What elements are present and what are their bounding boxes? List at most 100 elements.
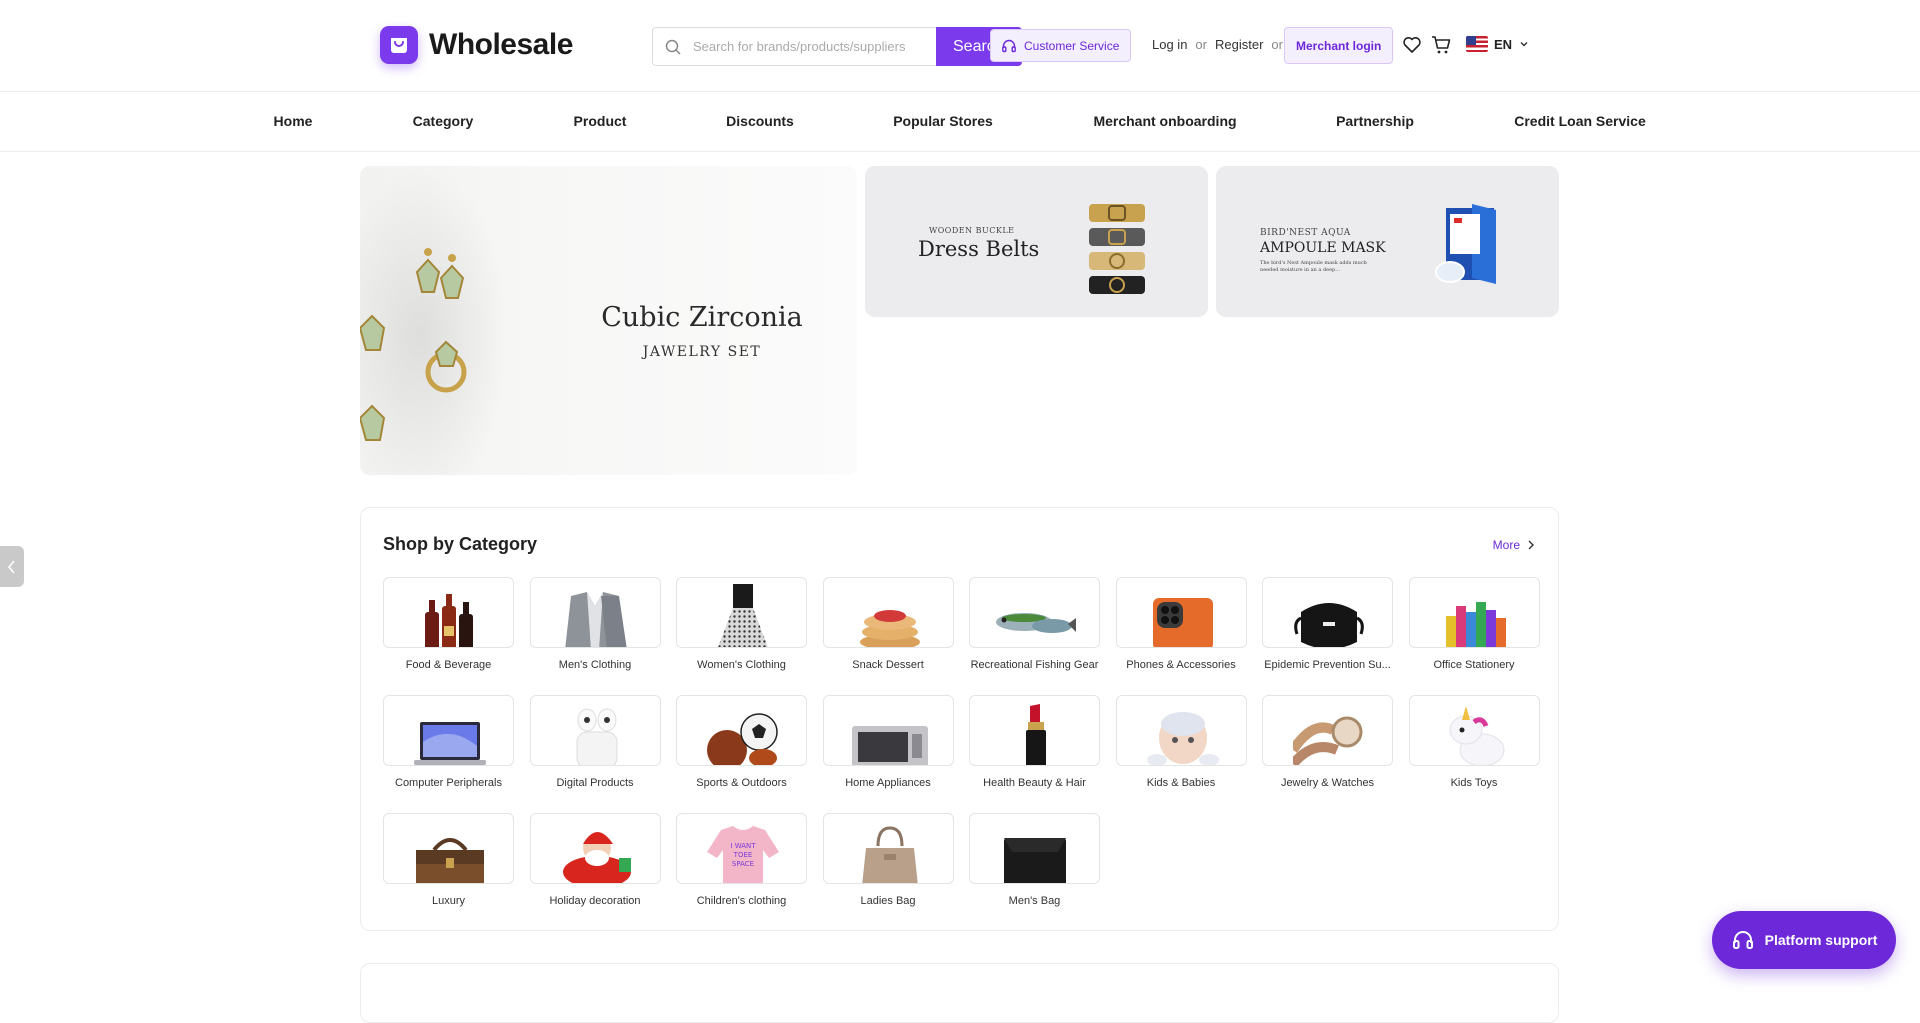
category-holiday-decoration[interactable]: Holiday decoration	[529, 813, 661, 931]
nav-credit-loan-service[interactable]: Credit Loan Service	[1514, 113, 1646, 129]
baby-icon	[1115, 695, 1247, 766]
category-label: Kids Toys	[1450, 777, 1498, 789]
cart-icon[interactable]	[1431, 35, 1452, 60]
nav-popular-stores[interactable]: Popular Stores	[893, 113, 993, 129]
heart-icon[interactable]	[1402, 35, 1422, 60]
nav-home[interactable]: Home	[274, 113, 313, 129]
nav-product[interactable]: Product	[574, 113, 627, 129]
banner-dress-belts[interactable]: WOODEN BUCKLE Dress Belts	[865, 166, 1208, 317]
chevron-right-icon	[1528, 540, 1534, 550]
category-digital-products[interactable]: Digital Products	[529, 695, 661, 813]
merchant-login-button[interactable]: Merchant login	[1284, 27, 1394, 64]
banner-line-1: BIRD'NEST AQUA	[1260, 228, 1351, 238]
customer-service-button[interactable]: Customer Service	[990, 29, 1132, 62]
category-label: Sports & Outdoors	[696, 777, 787, 789]
register-link[interactable]: Register	[1215, 37, 1263, 52]
language-selector[interactable]: EN	[1466, 36, 1530, 52]
suit-icon	[529, 577, 661, 648]
banner-jewelry[interactable]: Cubic Zirconia JAWELRY SET	[360, 166, 857, 475]
customer-service-label: Customer Service	[1024, 38, 1120, 53]
headset-icon	[1002, 39, 1016, 52]
category-label: Men's Clothing	[558, 659, 632, 671]
category-mens-bag[interactable]: Men's Bag	[969, 813, 1100, 931]
sidebar-toggle[interactable]	[0, 546, 24, 587]
nav-merchant-onboarding[interactable]: Merchant onboarding	[1093, 113, 1236, 129]
microwave-icon	[822, 695, 954, 766]
category-label: Digital Products	[556, 777, 634, 789]
nav-discounts[interactable]: Discounts	[726, 113, 794, 129]
brand-logo[interactable]: Wholesale	[380, 26, 573, 64]
category-label: Men's Bag	[1008, 895, 1061, 907]
watch-icon	[1262, 695, 1393, 766]
svg-text:I WANT: I WANT	[730, 842, 756, 850]
category-womens-clothing[interactable]: Women's Clothing	[676, 577, 807, 695]
earrings-image	[360, 248, 467, 441]
main-nav: Home Category Product Discounts Popular …	[0, 92, 1920, 152]
category-ladies-bag[interactable]: Ladies Bag	[822, 813, 954, 931]
more-link[interactable]: More	[1493, 538, 1536, 552]
category-label: Ladies Bag	[860, 895, 916, 907]
category-label: Kids & Babies	[1146, 777, 1216, 789]
category-snack-dessert[interactable]: Snack Dessert	[822, 577, 954, 695]
category-grid: Food & Beverage Men's Clothing Women's C…	[383, 577, 1540, 931]
belts-image	[1089, 204, 1145, 294]
shop-by-category-section: Shop by Category More Food & Beverage Me…	[360, 507, 1559, 931]
category-computer-peripherals[interactable]: Computer Peripherals	[383, 695, 514, 813]
earbuds-icon	[529, 695, 661, 766]
category-label: Office Stationery	[1433, 659, 1515, 671]
language-code: EN	[1494, 36, 1513, 52]
chevron-left-icon	[7, 559, 15, 574]
category-kids-toys[interactable]: Kids Toys	[1408, 695, 1540, 813]
category-recreational-fishing-gear[interactable]: Recreational Fishing Gear	[969, 577, 1100, 695]
clutch-bag-icon	[969, 813, 1100, 884]
luxury-handbag-icon	[383, 813, 514, 884]
category-label: Computer Peripherals	[395, 777, 502, 789]
category-label: Women's Clothing	[697, 659, 786, 671]
tote-bag-icon	[822, 813, 954, 884]
banner-description: The bird's Nest Ampoule mask adds much n…	[1260, 260, 1367, 273]
category-mens-clothing[interactable]: Men's Clothing	[529, 577, 661, 695]
nav-category[interactable]: Category	[413, 113, 474, 129]
category-luxury[interactable]: Luxury	[383, 813, 514, 931]
more-label: More	[1492, 538, 1520, 552]
brand-name: Wholesale	[429, 28, 573, 61]
category-label: Holiday decoration	[549, 895, 641, 907]
category-label: Phones & Accessories	[1126, 659, 1236, 671]
category-food-beverage[interactable]: Food & Beverage	[383, 577, 514, 695]
category-kids-babies[interactable]: Kids & Babies	[1115, 695, 1247, 813]
category-label: Children's clothing	[696, 895, 787, 907]
login-link[interactable]: Log in	[1152, 37, 1187, 52]
chevron-down-icon	[1520, 42, 1528, 47]
category-sports-outdoors[interactable]: Sports & Outdoors	[676, 695, 807, 813]
dress-icon	[676, 577, 807, 648]
logo-bag-icon	[380, 26, 418, 64]
svg-text:SPACE: SPACE	[732, 860, 754, 868]
category-jewelry-watches[interactable]: Jewelry & Watches	[1262, 695, 1393, 813]
category-health-beauty-hair[interactable]: Health Beauty & Hair	[969, 695, 1100, 813]
banner-ampoule-mask[interactable]: BIRD'NEST AQUA AMPOULE MASK The bird's N…	[1216, 166, 1559, 317]
category-label: Health Beauty & Hair	[983, 777, 1086, 789]
category-home-appliances[interactable]: Home Appliances	[822, 695, 954, 813]
category-phones-accessories[interactable]: Phones & Accessories	[1115, 577, 1247, 695]
face-mask-icon	[1262, 577, 1393, 648]
category-childrens-clothing[interactable]: I WANT TOEE SPACE Children's clothing	[676, 813, 807, 931]
santa-icon	[529, 813, 661, 884]
banner-title: Cubic Zirconia	[601, 302, 803, 333]
lipstick-icon	[969, 695, 1100, 766]
category-office-stationery[interactable]: Office Stationery	[1408, 577, 1540, 695]
stationery-icon	[1408, 577, 1540, 648]
platform-support-button[interactable]: Platform support	[1712, 911, 1896, 969]
or-separator: or	[1195, 37, 1207, 52]
search-icon	[653, 39, 693, 55]
category-label: Recreational Fishing Gear	[970, 659, 1099, 671]
or-separator: or	[1271, 37, 1283, 52]
site-header: Wholesale Search Customer Service Log in…	[0, 0, 1920, 92]
platform-support-label: Platform support	[1764, 932, 1878, 948]
us-flag-icon	[1466, 36, 1488, 52]
category-epidemic-prevention[interactable]: Epidemic Prevention Su...	[1262, 577, 1393, 695]
banner-line-2: AMPOULE MASK	[1260, 240, 1386, 256]
svg-text:TOEE: TOEE	[733, 851, 753, 859]
auth-links: Log in or Register or	[1152, 37, 1283, 52]
category-label: Jewelry & Watches	[1280, 777, 1375, 789]
nav-partnership[interactable]: Partnership	[1336, 113, 1414, 129]
